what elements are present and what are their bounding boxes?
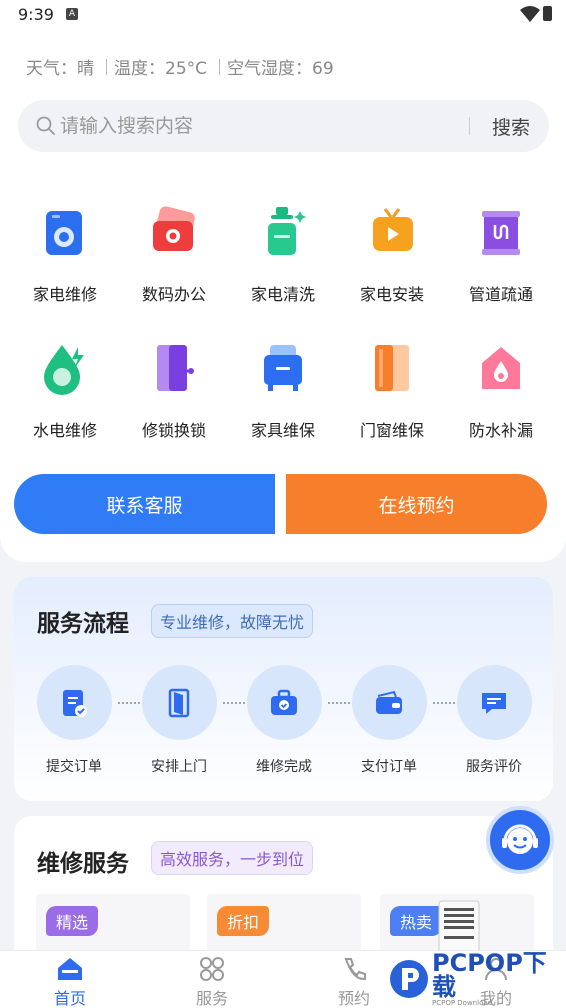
contact-service-button[interactable]: 联系客服	[14, 474, 275, 534]
category-label: 修锁换锁	[141, 421, 206, 440]
section-tag: 专业维修，故障无忧	[151, 604, 314, 638]
category-item-furniture-care[interactable]: 家具维保	[229, 341, 337, 441]
step-label: 提交订单	[46, 759, 102, 775]
weather-condition: 天气：晴	[26, 59, 94, 79]
step-label: 支付订单	[361, 759, 417, 775]
home-icon	[30, 955, 110, 983]
category-label: 家电安装	[359, 285, 424, 304]
house-drop-icon	[474, 341, 528, 395]
category-label: 门窗维保	[359, 421, 424, 440]
promo-tag: 热卖	[390, 906, 443, 936]
step-label: 服务评价	[466, 759, 522, 775]
category-item-appliance-cleaning[interactable]: 家电清洗	[229, 205, 337, 305]
category-label: 水电维修	[32, 421, 97, 440]
section-tag: 高效服务，一步到位	[151, 841, 314, 875]
notification-icon: A	[66, 8, 78, 20]
divider	[469, 117, 470, 135]
divider	[106, 58, 107, 75]
chat-icon	[456, 665, 532, 740]
category-item-appliance-install[interactable]: 家电安装	[338, 205, 446, 305]
battery-icon	[543, 6, 552, 21]
category-item-plumbing-electric[interactable]: 水电维修	[11, 341, 119, 441]
wifi-icon	[520, 6, 540, 22]
nav-item-home[interactable]: 首页	[30, 955, 110, 1008]
process-step: 提交订单	[29, 665, 119, 776]
category-label: 管道疏通	[468, 285, 533, 304]
watermark-subtext: PCPOP Download	[432, 999, 493, 1007]
pcpop-logo-icon	[390, 960, 428, 998]
weather-bar: 天气：晴 温度：25°C 空气湿度：69	[26, 54, 334, 79]
section-title: 维修服务	[37, 851, 129, 877]
step-label: 维修完成	[256, 759, 312, 775]
weather-temperature: 温度：25°C	[114, 59, 208, 79]
category-label: 家电维修	[32, 285, 97, 304]
nav-item-services[interactable]: 服务	[172, 955, 252, 1008]
search-bar: 搜索	[18, 100, 549, 152]
online-booking-button[interactable]: 在线预约	[286, 474, 547, 534]
headset-smiley-icon	[502, 824, 538, 854]
water-drop-icon	[38, 341, 92, 395]
service-process-card: 服务流程 专业维修，故障无忧 提交订单 安排上门 维修完成 支付订单 服务评价	[14, 577, 553, 801]
nav-label: 首页	[53, 989, 86, 1008]
process-step: 支付订单	[344, 665, 434, 776]
search-input[interactable]	[60, 100, 460, 152]
grid-icon	[172, 955, 252, 983]
pipe-icon	[474, 205, 528, 259]
category-label: 家电清洗	[250, 285, 315, 304]
category-item-appliance-repair[interactable]: 家电维修	[11, 205, 119, 305]
window-icon	[365, 341, 419, 395]
tv-icon	[365, 205, 419, 259]
divider	[219, 58, 221, 75]
pcpop-watermark: PCPOP下载 PCPOP Download	[390, 949, 566, 1007]
status-bar: 9:39 A	[0, 0, 566, 30]
customer-service-float-button[interactable]	[486, 806, 554, 874]
category-item-pipe-unclog[interactable]: 管道疏通	[447, 205, 555, 305]
cleaning-icon	[256, 205, 310, 259]
cabinet-icon	[256, 341, 310, 395]
process-step: 安排上门	[134, 665, 224, 776]
nav-item-booking[interactable]: 预约	[314, 955, 394, 1008]
camera-icon	[147, 205, 201, 259]
promo-tag: 折扣	[217, 906, 270, 936]
process-step: 维修完成	[239, 665, 329, 776]
step-label: 安排上门	[151, 759, 207, 775]
toolbox-icon	[246, 665, 322, 740]
door-icon	[141, 665, 217, 740]
door-lock-icon	[147, 341, 201, 395]
promo-tag: 精选	[46, 906, 99, 936]
wallet-icon	[351, 665, 427, 740]
weather-humidity: 空气湿度：69	[227, 59, 334, 79]
nav-label: 预约	[337, 989, 370, 1008]
document-check-icon	[36, 665, 112, 740]
status-time: 9:39	[18, 5, 54, 24]
category-item-door-window[interactable]: 门窗维保	[338, 341, 446, 441]
category-item-lock-repair[interactable]: 修锁换锁	[120, 341, 228, 441]
washing-machine-icon	[38, 205, 92, 259]
search-icon	[36, 116, 55, 135]
watermark-text: PCPOP下载	[432, 949, 547, 1001]
top-card: 天气：晴 温度：25°C 空气湿度：69 搜索 家电维修 数码办公 家电清	[0, 30, 566, 562]
nav-label: 服务	[195, 989, 228, 1008]
category-label: 家具维保	[250, 421, 315, 440]
search-button[interactable]: 搜索	[492, 113, 530, 140]
category-label: 防水补漏	[468, 421, 533, 440]
phone-icon	[314, 955, 394, 983]
section-title: 服务流程	[37, 611, 129, 637]
process-step: 服务评价	[449, 665, 539, 776]
category-label: 数码办公	[141, 285, 206, 304]
category-item-waterproof[interactable]: 防水补漏	[447, 341, 555, 441]
category-item-digital-office[interactable]: 数码办公	[120, 205, 228, 305]
